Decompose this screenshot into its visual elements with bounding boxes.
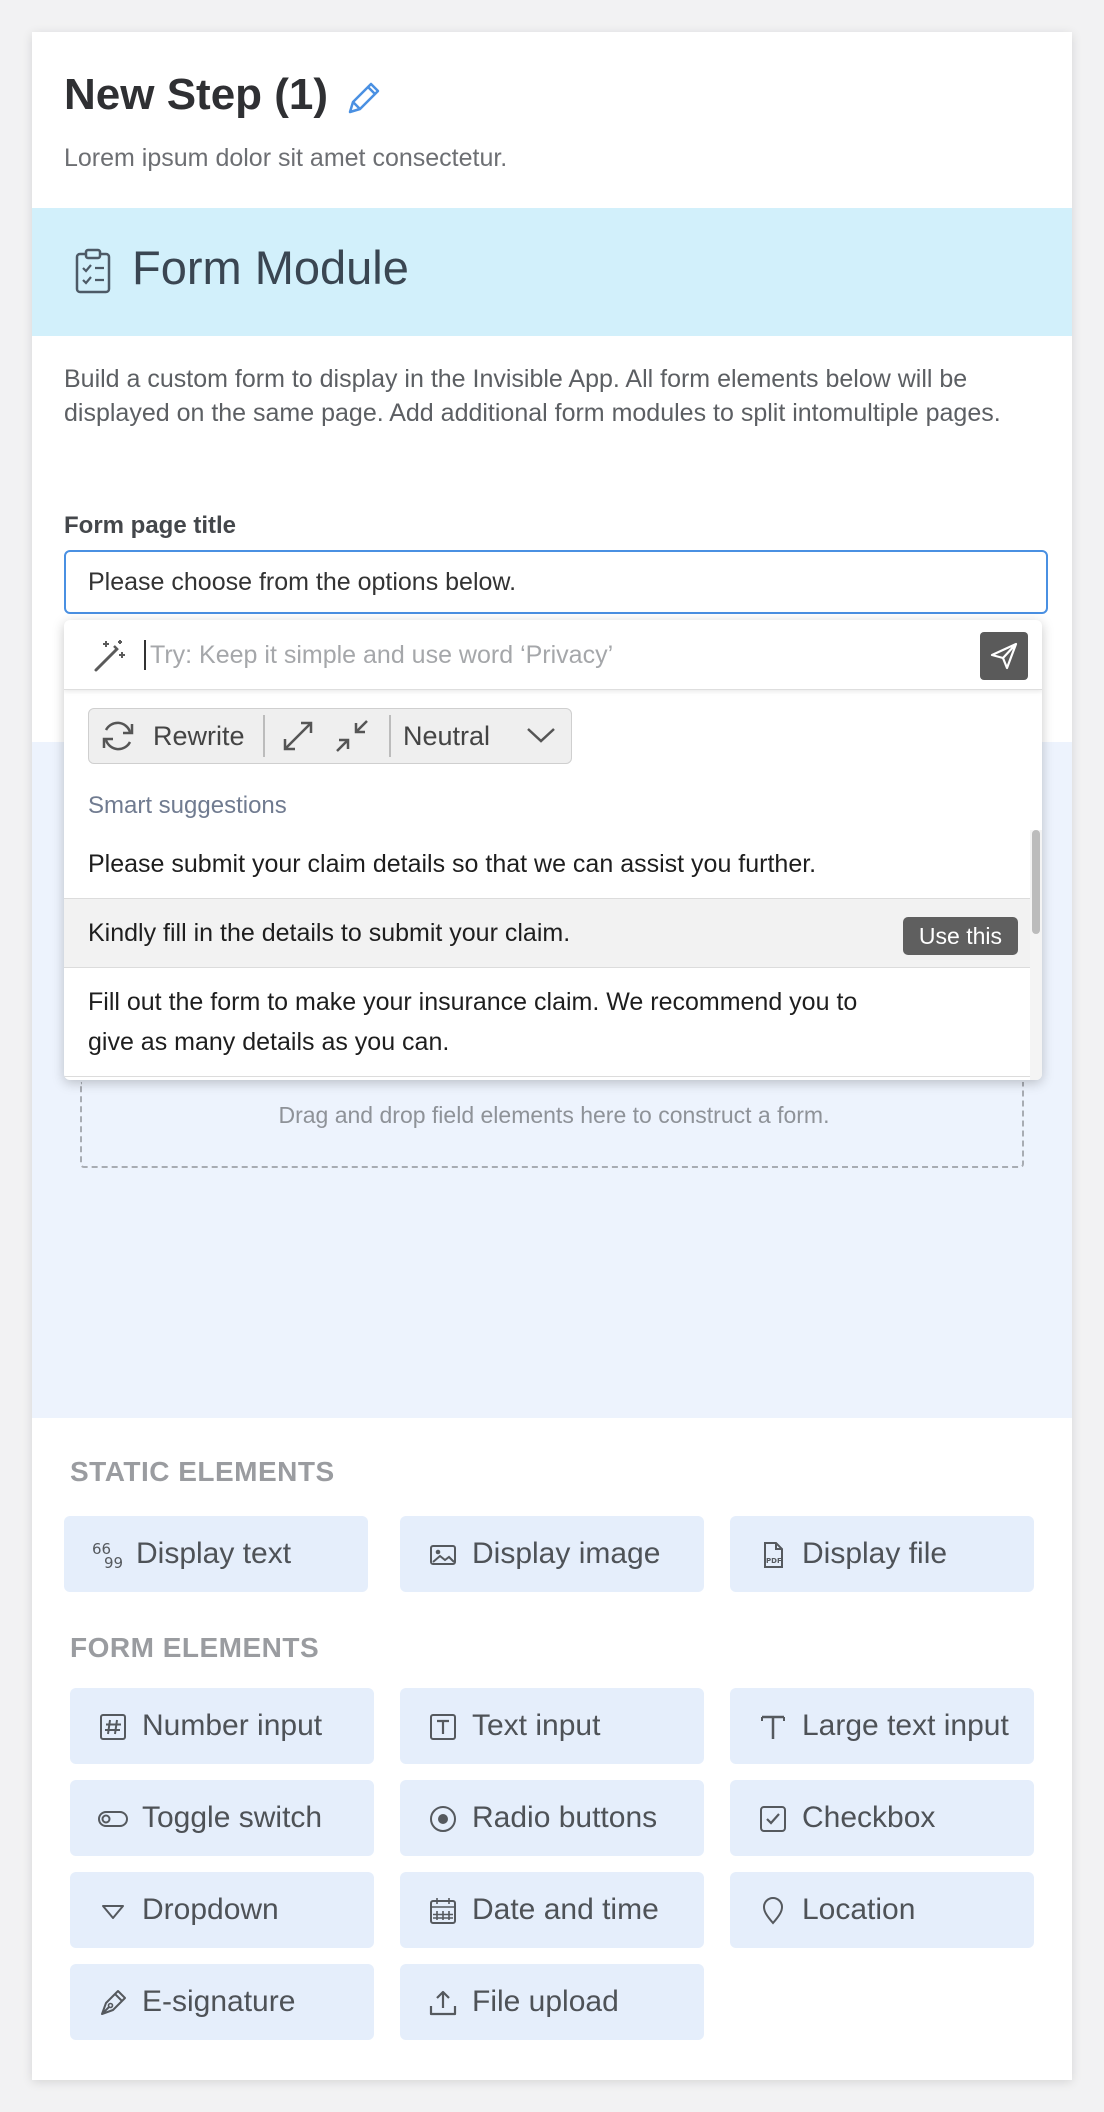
tile-location[interactable]: Location	[730, 1872, 1034, 1948]
ai-prompt-bar	[64, 620, 1042, 690]
send-button[interactable]	[980, 632, 1028, 680]
form-elements-heading: FORM ELEMENTS	[70, 1632, 320, 1663]
step-header: New Step (1) Lorem ipsum dolor sit amet …	[32, 32, 1072, 208]
quote-icon: 66 99	[92, 1540, 123, 1572]
suggestion-text: Please submit your claim details so that…	[88, 850, 817, 878]
tile-file-upload[interactable]: File upload	[400, 1964, 704, 2040]
magic-wand-icon	[92, 638, 128, 674]
module-description: Build a custom form to display in the In…	[64, 365, 1001, 427]
tile-label: Number input	[142, 1709, 323, 1742]
module-header: Form Module	[32, 208, 1072, 336]
pen-icon	[98, 1988, 128, 2018]
pencil-edit-icon[interactable]	[344, 78, 384, 118]
hash-icon	[98, 1712, 128, 1742]
text-box-icon	[428, 1712, 458, 1742]
form-page-title-input[interactable]	[64, 550, 1048, 614]
suggestion-item[interactable]: Kindly fill in the details to submit you…	[64, 899, 1030, 968]
smart-suggestions-heading: Smart suggestions	[88, 792, 287, 819]
pdf-file-icon: PDF	[758, 1540, 788, 1570]
svg-text:PDF: PDF	[766, 1557, 782, 1565]
ai-suggestions-popover: Rewrite Neutral Smart suggestions Please…	[64, 620, 1042, 1080]
tile-label: Display text	[136, 1537, 292, 1570]
tile-e-signature[interactable]: E-signature	[70, 1964, 374, 2040]
tile-label: File upload	[472, 1985, 619, 2018]
toolbar-divider	[389, 715, 391, 757]
drop-zone[interactable]: Drag and drop field elements here to con…	[80, 1082, 1024, 1168]
ai-prompt-input[interactable]	[150, 634, 940, 676]
tile-checkbox[interactable]: Checkbox	[730, 1780, 1034, 1856]
chevron-down-icon	[527, 728, 555, 743]
send-icon	[990, 642, 1018, 670]
suggestion-text: Fill out the form to make your insurance…	[88, 988, 858, 1056]
upload-icon	[428, 1988, 458, 2018]
tile-label: Checkbox	[802, 1801, 936, 1834]
text-t-icon	[758, 1712, 788, 1742]
static-elements-heading: STATIC ELEMENTS	[70, 1456, 335, 1487]
tile-label: Display file	[802, 1537, 948, 1570]
tile-label: Text input	[472, 1709, 601, 1742]
tile-display-text[interactable]: 66 99 Display text	[64, 1516, 368, 1592]
checkbox-icon	[758, 1804, 788, 1834]
tile-label: Location	[802, 1893, 916, 1926]
tile-display-image[interactable]: Display image	[400, 1516, 704, 1592]
rewrite-toolbar: Rewrite Neutral	[88, 708, 572, 764]
expand-icon[interactable]	[279, 717, 317, 755]
tone-select[interactable]: Neutral	[395, 709, 571, 763]
clipboard-checklist-icon	[74, 248, 112, 294]
suggestion-text: Kindly fill in the details to submit you…	[88, 919, 571, 947]
tile-label: Radio buttons	[472, 1801, 658, 1834]
drop-zone-hint: Drag and drop field elements here to con…	[278, 1102, 830, 1128]
tile-dropdown[interactable]: Dropdown	[70, 1872, 374, 1948]
tile-label: Display image	[472, 1537, 661, 1570]
form-page-title-label: Form page title	[64, 512, 237, 539]
tile-text-input[interactable]: Text input	[400, 1688, 704, 1764]
tone-value: Neutral	[403, 721, 491, 751]
svg-text:99: 99	[104, 1554, 122, 1570]
tile-large-text-input[interactable]: Large text input	[730, 1688, 1034, 1764]
rewrite-label: Rewrite	[153, 721, 245, 751]
location-pin-icon	[758, 1896, 788, 1926]
toggle-icon	[98, 1804, 128, 1834]
tile-label: Toggle switch	[142, 1801, 323, 1834]
use-this-button[interactable]: Use this	[902, 917, 1018, 955]
tile-date-and-time[interactable]: Date and time	[400, 1872, 704, 1948]
module-title: Form Module	[132, 241, 409, 294]
tile-label: Dropdown	[142, 1893, 279, 1926]
tile-label: E-signature	[142, 1985, 296, 2018]
tile-toggle-switch[interactable]: Toggle switch	[70, 1780, 374, 1856]
tile-label: Date and time	[472, 1893, 659, 1926]
rewrite-button[interactable]: Rewrite	[89, 709, 263, 763]
step-subtitle: Lorem ipsum dolor sit amet consectetur.	[64, 144, 508, 172]
text-cursor	[144, 640, 146, 670]
suggestions-scrollbar[interactable]	[1030, 830, 1042, 1080]
calendar-icon	[428, 1896, 458, 1926]
refresh-icon	[102, 721, 134, 751]
tile-number-input[interactable]: Number input	[70, 1688, 374, 1764]
scrollbar-thumb[interactable]	[1032, 830, 1040, 934]
radio-icon	[428, 1804, 458, 1834]
tile-label: Large text input	[802, 1709, 1009, 1742]
image-icon	[428, 1540, 458, 1570]
toolbar-divider	[263, 715, 265, 757]
shrink-icon[interactable]	[333, 717, 371, 755]
suggestion-list: Please submit your claim details so that…	[64, 830, 1030, 1077]
triangle-down-icon	[98, 1896, 128, 1926]
suggestion-item[interactable]: Please submit your claim details so that…	[64, 830, 1030, 899]
step-title: New Step (1)	[64, 70, 329, 119]
tile-display-file[interactable]: PDF Display file	[730, 1516, 1034, 1592]
suggestion-item[interactable]: Fill out the form to make your insurance…	[64, 968, 1030, 1077]
step-card: New Step (1) Lorem ipsum dolor sit amet …	[32, 32, 1072, 2080]
tile-radio-buttons[interactable]: Radio buttons	[400, 1780, 704, 1856]
